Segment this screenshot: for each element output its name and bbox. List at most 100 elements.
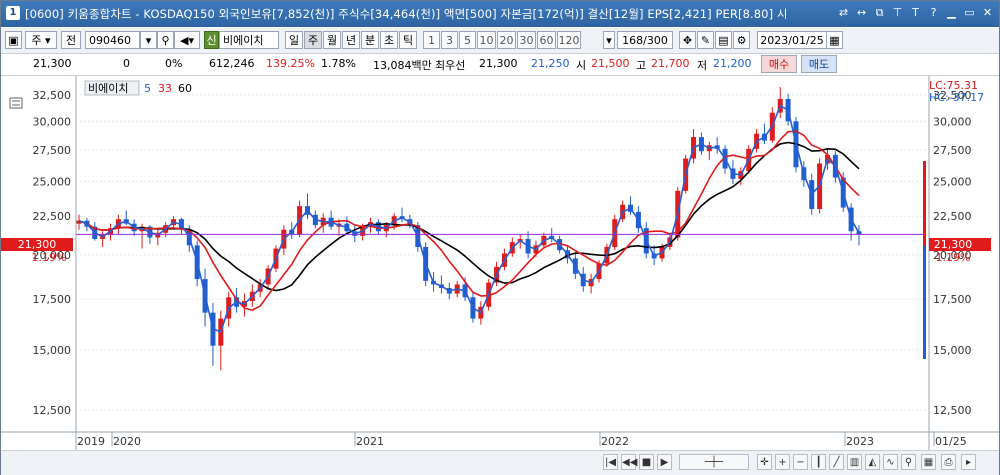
period-tab-2[interactable]: 월 xyxy=(323,31,341,49)
window-number: 1 xyxy=(6,6,20,20)
y-tick-right: 25,000 xyxy=(933,175,972,188)
chart-toolbar: ▣ 주 ▾ 전 090460 ▾ ⚲ ◀▾ 신 비에이치 일주월년분초틱 135… xyxy=(1,28,999,54)
sell-button[interactable]: 매도 xyxy=(801,55,837,73)
left-price-tag-text: 21,300 xyxy=(18,238,57,251)
pin-icon[interactable]: ⊤ xyxy=(890,5,905,21)
area-icon[interactable]: ◭ xyxy=(865,454,880,470)
help-icon[interactable]: ? xyxy=(926,5,941,21)
bid-2: 21,250 xyxy=(531,57,570,70)
stock-badge: 신 xyxy=(204,31,219,49)
number-tab-5[interactable]: 30 xyxy=(517,31,536,49)
crosshair-icon[interactable]: ✛ xyxy=(757,454,772,470)
settings-icon[interactable]: ⚙ xyxy=(733,31,750,49)
close-icon[interactable]: ✕ xyxy=(980,5,995,21)
open-price: 21,500 xyxy=(591,57,630,70)
minimize-icon[interactable]: ▁ xyxy=(944,5,959,21)
window-controls: ⇄ ↔ ⧉ ⊤ T ? ▁ ▭ ✕ xyxy=(836,5,995,21)
hc-label: HC:-37.17 xyxy=(929,91,984,104)
number-tab-4[interactable]: 20 xyxy=(497,31,516,49)
y-tick-left: 22,500 xyxy=(33,210,72,223)
zoom-out-icon[interactable]: − xyxy=(793,454,808,470)
y-tick-left: 17,500 xyxy=(33,293,72,306)
x-tick-label: 2020 xyxy=(113,435,141,448)
chart-background xyxy=(1,76,999,450)
grid-icon[interactable]: ▦ xyxy=(921,454,936,470)
bid-1: 21,300 xyxy=(479,57,518,70)
price-chart[interactable]: 32,50030,00027,50025,00022,50020,00017,5… xyxy=(1,76,999,450)
y-tick-right: 30,000 xyxy=(933,115,972,128)
chart-window: 1 [0600] 키움종합차트 - KOSDAQ150 외국인보유[7,852(… xyxy=(0,0,1000,475)
count-dropdown-icon[interactable]: ▾ xyxy=(603,31,615,49)
zoom-in-icon[interactable]: + xyxy=(775,454,790,470)
turnover: 1.78% xyxy=(321,57,356,70)
period-select[interactable]: 주 ▾ xyxy=(25,31,57,49)
link-icon[interactable]: ⇄ xyxy=(836,5,851,21)
legend-ma5: 5 xyxy=(144,82,151,95)
y-tick-left: 25,000 xyxy=(33,175,72,188)
stock-name: 비에이치 xyxy=(219,31,279,49)
expand-icon[interactable]: ▸ xyxy=(961,454,976,470)
tools-icon[interactable]: ✥ xyxy=(679,31,696,49)
legend-ma33: 33 xyxy=(158,82,172,95)
stock-code-input[interactable]: 090460 xyxy=(85,31,140,49)
indicator-icon[interactable]: ∿ xyxy=(883,454,898,470)
speaker-icon[interactable]: ◀▾ xyxy=(174,31,200,49)
maximize-icon[interactable]: ▭ xyxy=(962,5,977,21)
number-tab-6[interactable]: 60 xyxy=(537,31,556,49)
number-tab-0[interactable]: 1 xyxy=(423,31,440,49)
period-select-value: 주 xyxy=(31,34,42,47)
scroll-prev-icon[interactable]: ◀◀ xyxy=(621,454,637,470)
bar-icon[interactable]: ▥ xyxy=(847,454,862,470)
count-total: /300 xyxy=(643,34,668,47)
date-input[interactable]: 2023/01/25 xyxy=(757,31,827,49)
window-group-icon[interactable]: ⧉ xyxy=(872,5,887,21)
period-tab-5[interactable]: 초 xyxy=(380,31,398,49)
magnify-icon[interactable]: ⚲ xyxy=(901,454,916,470)
price-change: 0 xyxy=(123,57,130,70)
amount: 13,084백만 xyxy=(373,59,432,72)
window-title: [0600] 키움종합차트 - KOSDAQ150 외국인보유[7,852(천)… xyxy=(25,7,788,21)
code-dropdown-icon[interactable]: ▾ xyxy=(140,31,157,49)
quote-bar: 21,300 0 0% 612,246 139.25% 1.78% 13,084… xyxy=(1,54,999,76)
print-icon[interactable]: ⎙ xyxy=(941,454,956,470)
x-tick-label: 2021 xyxy=(356,435,384,448)
count-input[interactable]: 168/300 xyxy=(617,31,673,49)
chart-layout-icon[interactable]: ▣ xyxy=(5,31,22,49)
zoom-slider[interactable]: ─┼─ xyxy=(679,454,749,470)
draw-icon[interactable]: ✎ xyxy=(697,31,714,49)
arrows-icon[interactable]: ↔ xyxy=(854,5,869,21)
volume: 612,246 xyxy=(209,57,255,70)
x-tick-label: 2019 xyxy=(77,435,105,448)
scroll-first-icon[interactable]: |◀ xyxy=(603,454,618,470)
count-value: 168 xyxy=(622,34,644,47)
left-pct-tag-text: 1.19% xyxy=(32,251,67,264)
number-tab-2[interactable]: 5 xyxy=(459,31,476,49)
candle-icon[interactable]: ┃ xyxy=(811,454,826,470)
chart-area[interactable]: 32,500 30,000 27,500 25,000 22,500 20,000 17,5… xyxy=(1,76,999,450)
stop-icon[interactable]: ■ xyxy=(639,454,654,470)
change-percent: 0% xyxy=(165,57,183,70)
number-tab-3[interactable]: 10 xyxy=(477,31,496,49)
y-tick-left: 32,500 xyxy=(33,89,72,102)
calendar-icon[interactable]: ▦ xyxy=(826,31,843,49)
x-tick-label: 2023 xyxy=(846,435,874,448)
period-tab-6[interactable]: 틱 xyxy=(399,31,417,49)
period-tab-3[interactable]: 년 xyxy=(342,31,360,49)
low-label: 저 xyxy=(697,59,708,72)
line-icon[interactable]: ╱ xyxy=(829,454,844,470)
search-icon[interactable]: ⚲ xyxy=(157,31,174,49)
buy-button[interactable]: 매수 xyxy=(761,55,797,73)
scroll-next-icon[interactable]: ▶ xyxy=(657,454,672,470)
y-tick-left: 30,000 xyxy=(33,115,72,128)
high-label: 고 xyxy=(636,59,647,72)
period-tab-1[interactable]: 주 xyxy=(304,31,322,49)
period-tab-4[interactable]: 분 xyxy=(361,31,379,49)
font-icon[interactable]: T xyxy=(908,5,923,21)
number-tab-7[interactable]: 120 xyxy=(557,31,581,49)
prev-button[interactable]: 전 xyxy=(61,31,81,49)
period-tab-0[interactable]: 일 xyxy=(285,31,303,49)
right-price-tag-text: 21,300 xyxy=(934,238,973,251)
number-tab-1[interactable]: 3 xyxy=(441,31,458,49)
save-icon[interactable]: ▤ xyxy=(715,31,732,49)
right-range-bar-up xyxy=(923,161,926,246)
